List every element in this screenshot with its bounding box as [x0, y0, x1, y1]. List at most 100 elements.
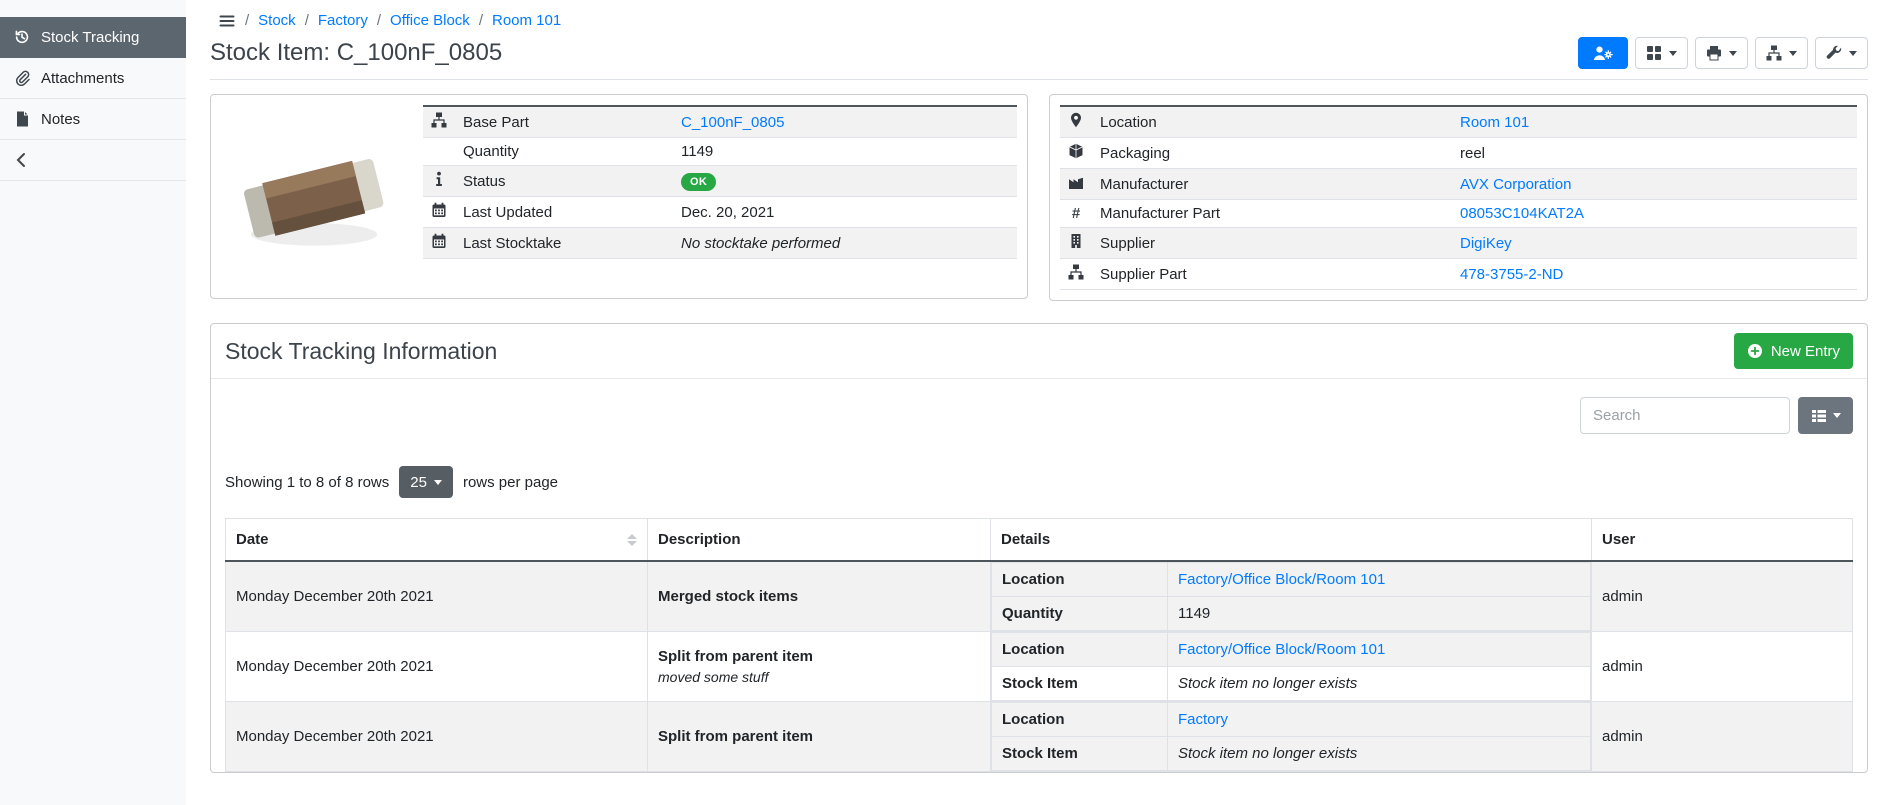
location-link[interactable]: Room 101: [1460, 114, 1529, 131]
new-entry-button[interactable]: New Entry: [1734, 333, 1853, 369]
shapes-icon: [1068, 264, 1084, 280]
stock-tracking-panel: Stock Tracking Information New Entry: [210, 323, 1868, 773]
part-thumbnail[interactable]: [221, 105, 407, 287]
column-header-date[interactable]: Date: [226, 519, 648, 562]
sidebar: Stock Tracking Attachments Notes: [0, 0, 186, 805]
detail-label: Supplier Part: [1092, 259, 1452, 290]
breadcrumb: / Stock / Factory / Office Block / Room …: [210, 10, 1868, 37]
table-row: Monday December 20th 2021 Split from par…: [226, 702, 1853, 772]
stock-item-sourcing-table: Location Room 101 Packaging reel: [1060, 105, 1857, 290]
tracking-user: admin: [1592, 561, 1853, 632]
last-updated-value: Dec. 20, 2021: [673, 197, 1017, 228]
column-header-user: User: [1592, 519, 1853, 562]
tracking-description: Split from parent item: [658, 728, 980, 745]
list-columns-icon: [1811, 408, 1827, 424]
manufacturer-link[interactable]: AVX Corporation: [1460, 176, 1571, 193]
sidebar-item-stock-tracking[interactable]: Stock Tracking: [0, 17, 186, 58]
column-header-description: Description: [648, 519, 991, 562]
detail-row-base-part: Base Part C_100nF_0805: [423, 106, 1017, 138]
print-actions-dropdown[interactable]: [1695, 37, 1748, 69]
detail-row-packaging: Packaging reel: [1060, 138, 1857, 169]
detail-key: Location: [992, 703, 1168, 737]
tracking-description: Split from parent item: [658, 648, 980, 665]
base-part-link[interactable]: C_100nF_0805: [681, 114, 784, 131]
grid-icon: [1646, 45, 1662, 61]
tracking-description-note: moved some stuff: [658, 669, 980, 685]
sitemap-icon: [1766, 45, 1782, 61]
history-icon: [14, 29, 30, 45]
capacitor-image: [229, 117, 399, 275]
detail-label: Supplier: [1092, 228, 1452, 259]
stock-operations-dropdown[interactable]: [1755, 37, 1808, 69]
plus-circle-icon: [1747, 343, 1763, 359]
chevron-down-icon: [1849, 51, 1857, 56]
detail-key: Location: [992, 563, 1168, 597]
detail-value: Stock item no longer exists: [1168, 667, 1591, 701]
column-header-details: Details: [991, 519, 1592, 562]
chevron-down-icon: [1669, 51, 1677, 56]
columns-dropdown-button[interactable]: [1798, 397, 1853, 434]
detail-label: Status: [455, 166, 673, 197]
detail-row-last-updated: Last Updated Dec. 20, 2021: [423, 197, 1017, 228]
printer-icon: [1706, 45, 1722, 61]
menu-toggle-icon[interactable]: [218, 13, 236, 29]
sidebar-item-label: Notes: [41, 111, 80, 128]
supplier-part-link[interactable]: 478-3755-2-ND: [1460, 266, 1563, 283]
search-input[interactable]: [1580, 397, 1790, 434]
table-row: Monday December 20th 2021 Merged stock i…: [226, 561, 1853, 632]
calendar-icon: [431, 202, 447, 218]
breadcrumb-link-stock[interactable]: Stock: [258, 12, 296, 29]
main-content: / Stock / Factory / Office Block / Room …: [186, 0, 1887, 805]
tools-icon: [1826, 45, 1842, 61]
detail-key: Location: [992, 633, 1168, 667]
detail-value: Stock item no longer exists: [1168, 737, 1591, 771]
breadcrumb-link-office-block[interactable]: Office Block: [390, 12, 470, 29]
title-divider: [210, 79, 1868, 80]
quantity-value: 1149: [673, 138, 1017, 166]
map-marker-icon: [1068, 112, 1084, 128]
detail-label: Quantity: [455, 138, 673, 166]
detail-label: Location: [1092, 106, 1452, 138]
breadcrumb-link-room-101[interactable]: Room 101: [492, 12, 561, 29]
sidebar-item-notes[interactable]: Notes: [0, 99, 186, 140]
stock-item-summary-panel: Base Part C_100nF_0805 Quantity 1149: [210, 94, 1028, 299]
stock-item-details-table: Base Part C_100nF_0805 Quantity 1149: [423, 105, 1017, 259]
stock-actions-toolbar: [1578, 37, 1868, 69]
tracking-date: Monday December 20th 2021: [226, 632, 648, 702]
chevron-down-icon: [1789, 51, 1797, 56]
stock-user-actions-button[interactable]: [1578, 37, 1628, 69]
calendar-icon: [431, 233, 447, 249]
tracking-user: admin: [1592, 702, 1853, 772]
detail-label: Packaging: [1092, 138, 1452, 169]
location-link[interactable]: Factory/Office Block/Room 101: [1178, 571, 1385, 588]
location-link[interactable]: Factory/Office Block/Room 101: [1178, 641, 1385, 658]
rows-per-page-label: rows per page: [463, 474, 558, 491]
location-link[interactable]: Factory: [1178, 711, 1228, 728]
packaging-value: reel: [1452, 138, 1857, 169]
sidebar-item-label: Attachments: [41, 70, 124, 87]
sidebar-item-label: Stock Tracking: [41, 29, 139, 46]
edit-actions-dropdown[interactable]: [1815, 37, 1868, 69]
page-size-dropdown[interactable]: 25: [399, 466, 453, 498]
sidebar-item-attachments[interactable]: Attachments: [0, 58, 186, 99]
status-badge: OK: [681, 173, 716, 191]
detail-key: Stock Item: [992, 737, 1168, 771]
sidebar-collapse-button[interactable]: [0, 140, 186, 181]
detail-row-quantity: Quantity 1149: [423, 138, 1017, 166]
tracking-date: Monday December 20th 2021: [226, 561, 648, 632]
breadcrumb-link-factory[interactable]: Factory: [318, 12, 368, 29]
detail-row-status: Status OK: [423, 166, 1017, 197]
detail-label: Last Stocktake: [455, 228, 673, 259]
barcode-actions-dropdown[interactable]: [1635, 37, 1688, 69]
manufacturer-part-link[interactable]: 08053C104KAT2A: [1460, 205, 1584, 222]
detail-row-last-stocktake: Last Stocktake No stocktake performed: [423, 228, 1017, 259]
chevron-down-icon: [1729, 51, 1737, 56]
supplier-link[interactable]: DigiKey: [1460, 235, 1512, 252]
detail-label: Base Part: [455, 106, 673, 138]
detail-row-manufacturer: Manufacturer AVX Corporation: [1060, 169, 1857, 200]
user-cog-icon: [1593, 45, 1613, 61]
tracking-date: Monday December 20th 2021: [226, 702, 648, 772]
detail-key: Quantity: [992, 597, 1168, 631]
detail-label: Last Updated: [455, 197, 673, 228]
info-icon: [431, 171, 447, 187]
